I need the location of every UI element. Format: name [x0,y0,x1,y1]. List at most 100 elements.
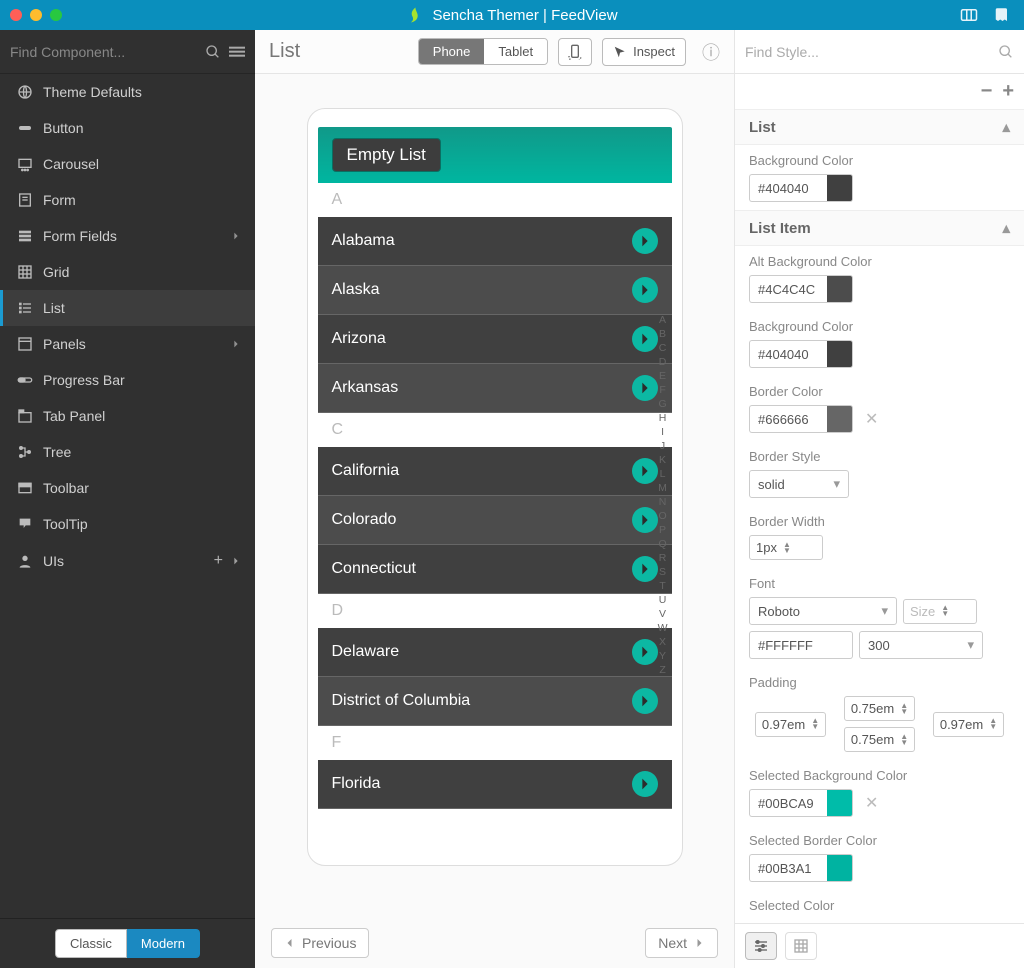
color-swatch[interactable] [827,340,853,368]
clear-icon[interactable]: ✕ [865,409,878,429]
color-swatch[interactable] [827,405,853,433]
list-item[interactable]: Florida [318,760,672,809]
device-tablet[interactable]: Tablet [484,39,547,64]
list-item[interactable]: Alabama [318,217,672,266]
disclosure-icon[interactable] [632,688,658,714]
sidebar-item-button[interactable]: Button [0,110,255,146]
index-letter[interactable]: Q [658,537,668,551]
index-letter[interactable]: F [658,383,668,397]
close-window[interactable] [10,9,22,21]
index-letter[interactable]: X [658,635,668,649]
index-letter[interactable]: B [658,327,668,341]
index-letter[interactable]: T [658,579,668,593]
disclosure-icon[interactable] [632,458,658,484]
previous-button[interactable]: Previous [271,928,369,958]
rotate-device-button[interactable] [558,38,592,66]
menu-icon[interactable] [229,44,245,60]
color-value-input[interactable] [749,340,827,368]
padding-input[interactable]: 0.97em▲▼ [933,712,1004,737]
collapse-icon[interactable]: ▴ [1002,219,1010,237]
index-letter[interactable]: M [658,481,668,495]
list-item[interactable]: Delaware [318,628,672,677]
sidebar-item-tab-panel[interactable]: Tab Panel [0,398,255,434]
sidebar-item-theme-defaults[interactable]: Theme Defaults [0,74,255,110]
clear-icon[interactable]: ✕ [865,793,878,813]
list-item[interactable]: Colorado [318,496,672,545]
next-button[interactable]: Next [645,928,718,958]
add-icon[interactable]: + [214,552,223,570]
sidebar-item-uis[interactable]: UIs+ [0,542,255,580]
padding-input[interactable]: 0.75em▲▼ [844,727,915,752]
color-swatch[interactable] [827,789,853,817]
index-letter[interactable]: L [658,467,668,481]
list-body[interactable]: AAlabamaAlaskaArizonaArkansasCCalifornia… [318,183,672,847]
maximize-window[interactable] [50,9,62,21]
list-item[interactable]: Connecticut [318,545,672,594]
font-family-select[interactable]: Roboto▾ [749,597,897,625]
sidebar-item-list[interactable]: List [0,290,255,326]
padding-input[interactable]: 0.75em▲▼ [844,696,915,721]
index-letter[interactable]: N [658,495,668,509]
index-letter[interactable]: W [658,621,668,635]
index-letter[interactable]: J [658,439,668,453]
disclosure-icon[interactable] [632,507,658,533]
disclosure-icon[interactable] [632,326,658,352]
padding-input[interactable]: 0.97em▲▼ [755,712,826,737]
color-swatch[interactable] [827,174,853,202]
sidebar-item-tooltip[interactable]: ToolTip [0,506,255,542]
font-weight-select[interactable]: 300▾ [859,631,983,659]
inspect-button[interactable]: Inspect [602,38,686,66]
color-value-input[interactable] [749,405,827,433]
select-input[interactable]: solid▾ [749,470,849,498]
find-style-input[interactable] [745,44,998,60]
spinner-input[interactable]: 1px▲▼ [749,535,823,560]
sidebar-item-tree[interactable]: Tree [0,434,255,470]
index-letter[interactable]: C [658,341,668,355]
grid-view-button[interactable] [785,932,817,960]
sidebar-item-grid[interactable]: Grid [0,254,255,290]
sidebar-item-progress-bar[interactable]: Progress Bar [0,362,255,398]
font-color-input[interactable] [749,631,827,659]
index-letter[interactable]: Y [658,649,668,663]
list-item[interactable]: District of Columbia [318,677,672,726]
color-value-input[interactable] [749,789,827,817]
index-letter[interactable]: G [658,397,668,411]
font-size-input[interactable]: Size▲▼ [903,599,977,624]
index-letter[interactable]: U [658,593,668,607]
sidebar-item-form-fields[interactable]: Form Fields [0,218,255,254]
index-bar[interactable]: ABCDEFGHIJKLMNOPQRSTUVWXYZ [658,313,668,677]
list-item[interactable]: Arkansas [318,364,672,413]
color-value-input[interactable] [749,275,827,303]
video-icon[interactable] [960,6,978,24]
disclosure-icon[interactable] [632,556,658,582]
sidebar-item-carousel[interactable]: Carousel [0,146,255,182]
index-letter[interactable]: E [658,369,668,383]
index-letter[interactable]: I [658,425,668,439]
disclosure-icon[interactable] [632,639,658,665]
index-letter[interactable]: A [658,313,668,327]
index-letter[interactable]: P [658,523,668,537]
classic-toggle[interactable]: Classic [55,929,127,958]
list-item[interactable]: Alaska [318,266,672,315]
index-letter[interactable]: O [658,509,668,523]
book-icon[interactable] [992,6,1010,24]
info-icon[interactable]: ⓘ [702,39,720,65]
color-swatch[interactable] [827,275,853,303]
collapse-icon[interactable]: ▴ [1002,118,1010,136]
disclosure-icon[interactable] [632,277,658,303]
expand-all-icon[interactable]: + [1002,80,1014,103]
color-swatch[interactable] [827,854,853,882]
color-value-input[interactable] [749,174,827,202]
list-item[interactable]: Arizona [318,315,672,364]
color-swatch[interactable] [827,631,853,659]
group-header[interactable]: List▴ [735,109,1024,145]
form-view-button[interactable] [745,932,777,960]
find-component-input[interactable] [10,44,197,60]
search-icon[interactable] [998,44,1014,60]
index-letter[interactable]: K [658,453,668,467]
collapse-all-icon[interactable]: − [981,80,993,103]
index-letter[interactable]: V [658,607,668,621]
group-header[interactable]: List Item▴ [735,210,1024,246]
disclosure-icon[interactable] [632,375,658,401]
index-letter[interactable]: D [658,355,668,369]
